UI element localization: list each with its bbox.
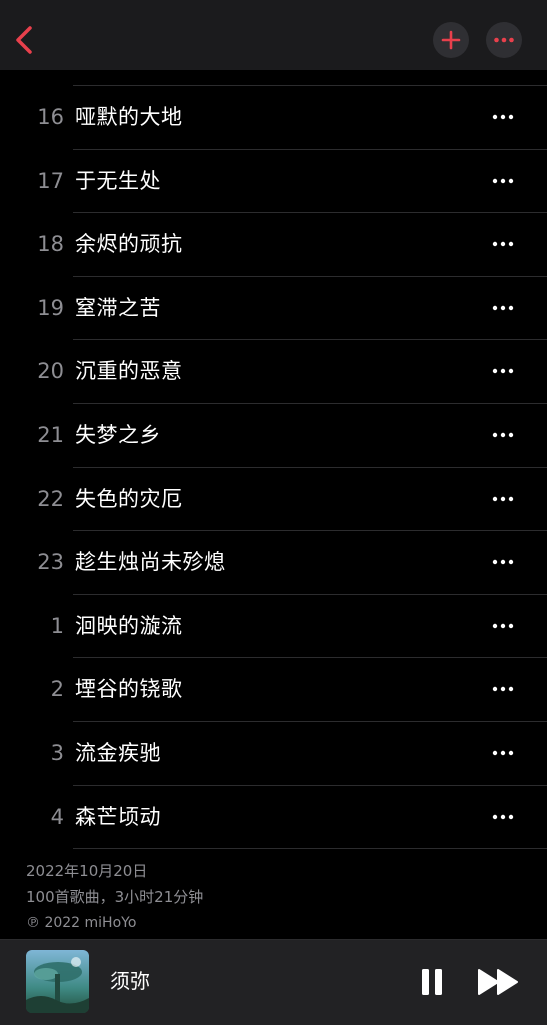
track-title: 趁生烛尚未殄熄 bbox=[75, 550, 226, 575]
track-summary: 100首歌曲，3小时21分钟 bbox=[26, 888, 204, 906]
track-title: 哑默的大地 bbox=[75, 105, 183, 129]
ellipsis-icon[interactable] bbox=[491, 429, 515, 441]
fast-forward-icon[interactable] bbox=[477, 968, 521, 996]
ellipsis-icon[interactable] bbox=[491, 620, 515, 632]
track-title: 窒滞之苦 bbox=[75, 295, 161, 320]
track-title: 余烬的顽抗 bbox=[75, 232, 183, 257]
track-title: 失色的灾厄 bbox=[75, 486, 183, 511]
track-number: 3 bbox=[50, 740, 64, 765]
track-row[interactable]: 19 窒滞之苦 bbox=[0, 277, 547, 341]
track-row[interactable]: 22 失色的灾厄 bbox=[0, 468, 547, 532]
navigation-bar bbox=[0, 0, 547, 70]
track-number: 20 bbox=[37, 359, 64, 384]
track-title: 洄映的漩流 bbox=[75, 613, 183, 638]
mini-player[interactable]: 须弥 bbox=[0, 939, 547, 1025]
track-number: 19 bbox=[37, 295, 64, 320]
ellipsis-icon[interactable] bbox=[491, 811, 515, 823]
track-title: 流金疾驰 bbox=[75, 740, 161, 765]
track-number: 18 bbox=[37, 232, 64, 257]
ellipsis-icon[interactable] bbox=[491, 302, 515, 314]
ellipsis-icon[interactable] bbox=[491, 747, 515, 759]
ellipsis-icon[interactable] bbox=[491, 556, 515, 568]
track-title: 沉重的恶意 bbox=[75, 359, 183, 384]
track-number: 22 bbox=[37, 486, 64, 511]
album-info: 2022年10月20日 100首歌曲，3小时21分钟 ℗ 2022 miHoYo bbox=[26, 858, 203, 936]
plus-icon bbox=[441, 30, 461, 50]
track-row[interactable]: 4 森芒顷动 bbox=[0, 786, 547, 850]
album-artwork[interactable] bbox=[26, 950, 89, 1013]
track-row[interactable]: 18 余烬的顽抗 bbox=[0, 213, 547, 277]
track-number: 1 bbox=[50, 613, 64, 638]
more-options-button[interactable] bbox=[486, 22, 522, 58]
track-number: 16 bbox=[37, 105, 64, 129]
track-title: 失梦之乡 bbox=[75, 422, 161, 447]
track-row[interactable]: 23 趁生烛尚未殄熄 bbox=[0, 531, 547, 595]
now-playing-title[interactable]: 须弥 bbox=[110, 940, 150, 1022]
track-number: 17 bbox=[37, 168, 64, 193]
track-row[interactable]: 2 堙谷的铙歌 bbox=[0, 658, 547, 722]
ellipsis-icon[interactable] bbox=[491, 238, 515, 250]
release-date: 2022年10月20日 bbox=[26, 862, 148, 880]
ellipsis-icon[interactable] bbox=[491, 493, 515, 505]
track-title: 森芒顷动 bbox=[75, 804, 161, 829]
pause-icon[interactable] bbox=[420, 968, 444, 996]
track-number: 4 bbox=[50, 804, 64, 829]
track-number: 23 bbox=[37, 550, 64, 575]
track-row[interactable]: 21 失梦之乡 bbox=[0, 404, 547, 468]
ellipsis-icon[interactable] bbox=[491, 175, 515, 187]
track-number: 21 bbox=[37, 422, 64, 447]
ellipsis-icon[interactable] bbox=[491, 683, 515, 695]
track-number: 2 bbox=[50, 677, 64, 702]
add-button[interactable] bbox=[433, 22, 469, 58]
track-row[interactable]: 20 沉重的恶意 bbox=[0, 340, 547, 404]
track-row[interactable]: 3 流金疾驰 bbox=[0, 722, 547, 786]
track-title: 堙谷的铙歌 bbox=[75, 677, 183, 702]
copyright: ℗ 2022 miHoYo bbox=[26, 915, 137, 931]
ellipsis-icon[interactable] bbox=[491, 111, 515, 123]
chevron-left-icon[interactable] bbox=[10, 22, 40, 58]
track-list: 16 哑默的大地 17 于无生处 18 余烬的顽抗 19 窒滞之苦 20 沉重的恶意 21 失梦之乡 2… bbox=[0, 86, 547, 849]
track-row[interactable]: 16 哑默的大地 bbox=[0, 86, 547, 150]
track-row[interactable]: 1 洄映的漩流 bbox=[0, 595, 547, 659]
track-title: 于无生处 bbox=[75, 168, 161, 193]
ellipsis-icon[interactable] bbox=[491, 365, 515, 377]
track-row[interactable]: 17 于无生处 bbox=[0, 150, 547, 214]
ellipsis-icon bbox=[494, 37, 514, 43]
